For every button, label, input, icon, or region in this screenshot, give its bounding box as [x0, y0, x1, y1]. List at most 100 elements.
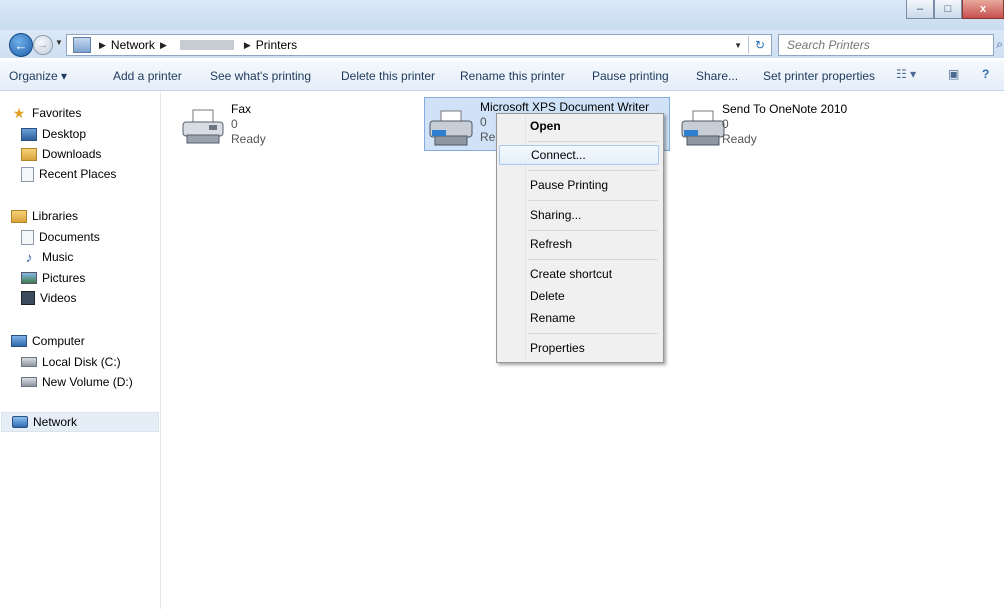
printer-name: Send To OneNote 2010 — [722, 102, 848, 116]
sidebar-item-desktop[interactable]: Desktop — [21, 124, 86, 144]
sidebar-item-label: Libraries — [32, 209, 79, 223]
menu-separator — [528, 170, 658, 171]
back-button[interactable]: ← — [9, 33, 33, 57]
printer-name: Microsoft XPS Document Writer — [480, 100, 650, 114]
sidebar-item-music[interactable]: ♪ Music — [21, 247, 74, 267]
sidebar-item-new-volume[interactable]: New Volume (D:) — [21, 372, 133, 392]
context-menu: Open Connect... Pause Printing Sharing..… — [496, 113, 664, 363]
menu-separator — [528, 333, 658, 334]
address-bar[interactable]: ▶ Network ▶ ▶ Printers ▼ ↻ — [66, 34, 772, 56]
sidebar-item-network[interactable]: Network — [1, 412, 159, 432]
menu-item-pause-printing[interactable]: Pause Printing — [499, 175, 659, 195]
search-icon[interactable]: ⌕ — [996, 37, 1003, 52]
redacted-computer-name[interactable] — [179, 40, 234, 50]
music-icon: ♪ — [25, 249, 33, 265]
desktop-icon — [21, 127, 37, 141]
sidebar-item-favorites[interactable]: ★ Favorites — [11, 103, 82, 123]
menu-item-refresh[interactable]: Refresh — [499, 234, 659, 254]
printer-status: Re — [480, 130, 496, 144]
documents-icon — [21, 229, 34, 245]
menu-separator — [528, 141, 658, 142]
breadcrumb-arrow-icon[interactable]: ▶ — [244, 40, 251, 51]
sidebar-item-pictures[interactable]: Pictures — [21, 268, 85, 288]
breadcrumb-arrow-icon[interactable]: ▶ — [160, 40, 167, 51]
menu-item-properties[interactable]: Properties — [499, 338, 659, 358]
minimize-icon[interactable]: – — [906, 0, 934, 19]
rename-printer-button[interactable]: Rename this printer — [460, 69, 565, 83]
local-disk-icon — [21, 357, 37, 367]
breadcrumb-network[interactable]: Network — [111, 38, 155, 52]
see-printing-button[interactable]: See what's printing — [210, 69, 311, 83]
close-button[interactable]: x — [962, 0, 1004, 19]
recent-pages-dropdown-icon[interactable]: ▼ — [55, 38, 63, 47]
change-view-icon[interactable]: ☷ ▾ — [896, 67, 916, 81]
sidebar-item-label: Recent Places — [39, 167, 117, 181]
sidebar-item-label: Music — [42, 250, 74, 264]
menu-item-open[interactable]: Open — [499, 116, 659, 136]
printer-fax[interactable]: Fax 0 Ready — [179, 100, 329, 150]
printer-status: Ready — [231, 132, 266, 146]
sidebar-item-label: Favorites — [32, 106, 82, 120]
computer-icon — [11, 335, 27, 347]
menu-item-connect[interactable]: Connect... — [499, 145, 659, 165]
downloads-folder-icon — [21, 147, 37, 161]
breadcrumb-arrow-icon[interactable]: ▶ — [99, 40, 106, 51]
printer-jobs: 0 — [231, 117, 238, 131]
breadcrumb: ▶ Network ▶ ▶ Printers — [97, 38, 297, 52]
videos-icon — [21, 291, 35, 305]
command-bar: Organize ▾ Add a printer See what's prin… — [0, 60, 1004, 91]
search-box[interactable]: ⌕ — [778, 34, 1003, 56]
drive-icon — [21, 377, 37, 387]
pictures-icon — [21, 272, 37, 284]
search-input[interactable] — [779, 37, 969, 53]
printer-send-to-onenote[interactable]: Send To OneNote 2010 0 Ready — [679, 100, 879, 150]
address-history-dropdown-icon[interactable]: ▼ — [728, 41, 748, 50]
sidebar-item-downloads[interactable]: Downloads — [21, 144, 101, 164]
help-icon[interactable]: ? — [982, 67, 989, 81]
sidebar-item-label: Downloads — [42, 147, 102, 161]
printer-name: Fax — [231, 102, 252, 116]
menu-item-rename[interactable]: Rename — [499, 308, 659, 328]
menu-item-delete[interactable]: Delete — [499, 286, 659, 306]
set-properties-button[interactable]: Set printer properties — [763, 69, 875, 83]
sidebar-item-label: New Volume (D:) — [42, 375, 133, 389]
add-printer-button[interactable]: Add a printer — [113, 69, 182, 83]
sidebar-item-label: Desktop — [42, 127, 87, 141]
sidebar-item-libraries[interactable]: Libraries — [11, 206, 78, 226]
sidebar-item-label: Local Disk (C:) — [42, 355, 121, 369]
sidebar-item-recent-places[interactable]: Recent Places — [21, 164, 116, 184]
sidebar-item-documents[interactable]: Documents — [21, 227, 100, 247]
sidebar-item-label: Videos — [40, 291, 77, 305]
printer-jobs: 0 — [722, 117, 729, 131]
printer-status: Ready — [722, 132, 757, 146]
menu-separator — [528, 200, 658, 201]
menu-separator — [528, 259, 658, 260]
recent-places-icon — [21, 166, 34, 182]
forward-button[interactable]: → — [33, 35, 53, 55]
star-icon: ★ — [12, 104, 26, 121]
sidebar-item-local-disk[interactable]: Local Disk (C:) — [21, 352, 121, 372]
sidebar-item-label: Computer — [32, 334, 85, 348]
menu-item-create-shortcut[interactable]: Create shortcut — [499, 264, 659, 284]
organize-button[interactable]: Organize ▾ — [9, 69, 67, 83]
preview-pane-icon[interactable]: ▣ — [948, 67, 959, 81]
maximize-icon[interactable]: □ — [934, 0, 962, 19]
window-controls: – □ x — [906, 0, 1004, 20]
menu-separator — [528, 230, 658, 231]
refresh-icon[interactable]: ↻ — [748, 36, 771, 54]
navigation-pane: ★ Favorites Desktop Downloads Recent Pla… — [0, 91, 161, 609]
sidebar-item-computer[interactable]: Computer — [11, 331, 85, 351]
share-button[interactable]: Share... — [696, 69, 738, 83]
pause-printing-button[interactable]: Pause printing — [592, 69, 669, 83]
printer-icon — [429, 110, 473, 146]
network-icon — [12, 416, 28, 428]
sidebar-item-videos[interactable]: Videos — [21, 288, 76, 308]
title-bar: – □ x — [0, 0, 1004, 30]
libraries-icon — [11, 209, 27, 223]
fax-icon — [182, 109, 224, 144]
breadcrumb-printers[interactable]: Printers — [256, 38, 297, 52]
delete-printer-button[interactable]: Delete this printer — [341, 69, 435, 83]
sidebar-item-label: Pictures — [42, 271, 86, 285]
navigation-bar: ← → ▼ ▶ Network ▶ ▶ Printers ▼ ↻ ⌕ — [0, 30, 1004, 58]
menu-item-sharing[interactable]: Sharing... — [499, 205, 659, 225]
